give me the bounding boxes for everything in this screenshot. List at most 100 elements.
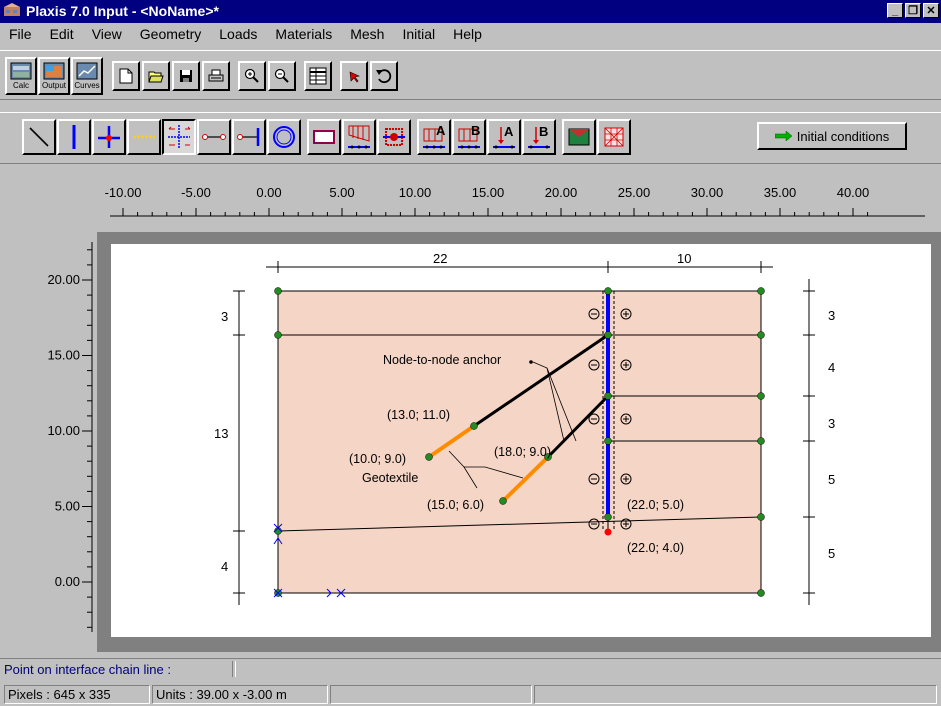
menu-view[interactable]: View <box>83 26 131 42</box>
geometry-node[interactable] <box>604 287 612 295</box>
print-icon <box>208 69 224 82</box>
geometry-node[interactable] <box>604 392 612 400</box>
geometry-node[interactable] <box>757 437 765 445</box>
menu-loads[interactable]: Loads <box>210 26 266 42</box>
open-file-icon <box>148 71 164 83</box>
menu-file[interactable]: File <box>0 26 41 42</box>
geometry-toolbar: A B A B Initial conditions <box>0 112 941 164</box>
standard-fixities-button[interactable] <box>307 119 341 155</box>
save-button[interactable] <box>172 61 200 91</box>
geometry-model[interactable]: 22 10 3 13 4 3 4 3 5 5 Node-to-node anch… <box>111 244 931 637</box>
vertical-ruler: 20.00 15.00 10.00 5.00 0.00 <box>47 242 93 632</box>
geometry-node[interactable] <box>757 331 765 339</box>
menu-mesh[interactable]: Mesh <box>341 26 393 42</box>
menu-geometry[interactable]: Geometry <box>131 26 210 42</box>
dimension-label: 3 <box>828 308 835 323</box>
tunnel-icon <box>273 126 295 148</box>
node-to-node-anchor-button[interactable] <box>197 119 231 155</box>
hinge-button[interactable] <box>92 119 126 155</box>
distributed-load-button[interactable] <box>342 119 376 155</box>
svg-text:B: B <box>471 123 480 138</box>
geometry-node[interactable] <box>604 437 612 445</box>
print-button[interactable] <box>202 61 230 91</box>
menu-edit[interactable]: Edit <box>41 26 83 42</box>
geometry-node[interactable] <box>604 331 612 339</box>
geogrid-button[interactable] <box>127 119 161 155</box>
calc-program-button[interactable]: Calc <box>5 57 37 95</box>
new-file-button[interactable] <box>112 61 140 91</box>
curves-program-button[interactable]: Curves <box>71 57 103 95</box>
drawing-canvas[interactable]: 22 10 3 13 4 3 4 3 5 5 Node-to-node anch… <box>111 244 931 637</box>
plate-icon <box>72 125 76 149</box>
geometry-node[interactable] <box>757 589 765 597</box>
selection-button[interactable] <box>340 61 368 91</box>
generate-mesh-button[interactable] <box>597 119 631 155</box>
point-load-b-button[interactable]: B <box>522 119 556 155</box>
tunnel-button[interactable] <box>267 119 301 155</box>
coordinate-label: (15.0; 6.0) <box>427 498 484 512</box>
open-file-button[interactable] <box>142 61 170 91</box>
geometry-node[interactable] <box>757 392 765 400</box>
plate-button[interactable] <box>57 119 91 155</box>
material-sets-button[interactable] <box>562 119 596 155</box>
menu-bar: File Edit View Geometry Loads Materials … <box>0 23 941 45</box>
menu-materials[interactable]: Materials <box>266 26 341 42</box>
geometry-node[interactable] <box>499 497 507 505</box>
dimension-label: 13 <box>214 426 228 441</box>
undo-button[interactable] <box>370 61 398 91</box>
geometry-node[interactable] <box>470 422 478 430</box>
zoom-out-button[interactable] <box>268 61 296 91</box>
ruler-x-label: 20.00 <box>545 185 578 200</box>
calc-program-icon <box>10 62 32 80</box>
ruler-x-label: 10.00 <box>399 185 432 200</box>
new-file-icon <box>119 68 133 84</box>
geometry-line-button[interactable] <box>22 119 56 155</box>
distributed-load-b-button[interactable]: B <box>452 119 486 155</box>
dimension-label: 5 <box>828 546 835 561</box>
ruler-x-label: 15.00 <box>472 185 505 200</box>
zoom-in-icon <box>244 68 259 83</box>
minimize-button[interactable]: _ <box>887 3 903 18</box>
selected-node[interactable] <box>604 528 612 536</box>
svg-text:A: A <box>504 124 514 139</box>
soil-cluster[interactable] <box>278 291 761 593</box>
coordinate-label: (10.0; 9.0) <box>349 452 406 466</box>
distributed-load-a-icon: A <box>423 123 446 149</box>
ruler-y-label: 15.00 <box>47 348 80 363</box>
material-sets-icon <box>568 128 590 146</box>
green-arrow-icon <box>774 131 793 141</box>
menu-initial[interactable]: Initial <box>393 26 444 42</box>
geometry-node[interactable] <box>604 513 612 521</box>
geometry-node[interactable] <box>757 513 765 521</box>
save-icon <box>180 70 192 82</box>
geometry-node[interactable] <box>274 287 282 295</box>
close-button[interactable]: ✕ <box>923 3 939 18</box>
table-button[interactable] <box>304 61 332 91</box>
dimension-label: 22 <box>433 251 447 266</box>
ruler-x-label: 40.00 <box>837 185 870 200</box>
geogrid-icon <box>133 135 155 139</box>
geotextile-label: Geotextile <box>362 471 418 485</box>
output-program-button[interactable]: Output <box>38 57 70 95</box>
anchor-label: Node-to-node anchor <box>383 353 501 367</box>
fixed-end-anchor-button[interactable] <box>232 119 266 155</box>
point-load-a-button[interactable]: A <box>487 119 521 155</box>
rotation-fixity-button[interactable] <box>377 119 411 155</box>
dimension-label: 5 <box>828 472 835 487</box>
zoom-in-button[interactable] <box>238 61 266 91</box>
interface-button[interactable] <box>162 119 196 155</box>
selection-arrow-icon <box>349 71 360 83</box>
menu-help[interactable]: Help <box>444 26 491 42</box>
geometry-node[interactable] <box>274 331 282 339</box>
plaxis-app-icon <box>4 3 20 16</box>
initial-conditions-button[interactable]: Initial conditions <box>757 122 907 150</box>
geometry-line-icon <box>29 127 49 147</box>
distributed-load-a-button[interactable]: A <box>417 119 451 155</box>
geometry-node[interactable] <box>757 287 765 295</box>
main-toolbar: Calc Output Curves <box>0 50 941 100</box>
restore-button[interactable]: ❐ <box>905 3 921 18</box>
node-to-node-anchor-icon <box>202 134 226 140</box>
geometry-node[interactable] <box>425 453 433 461</box>
dimension-label: 10 <box>677 251 691 266</box>
status-bar: Pixels : 645 x 335 Units : 39.00 x -3.00… <box>0 683 941 706</box>
